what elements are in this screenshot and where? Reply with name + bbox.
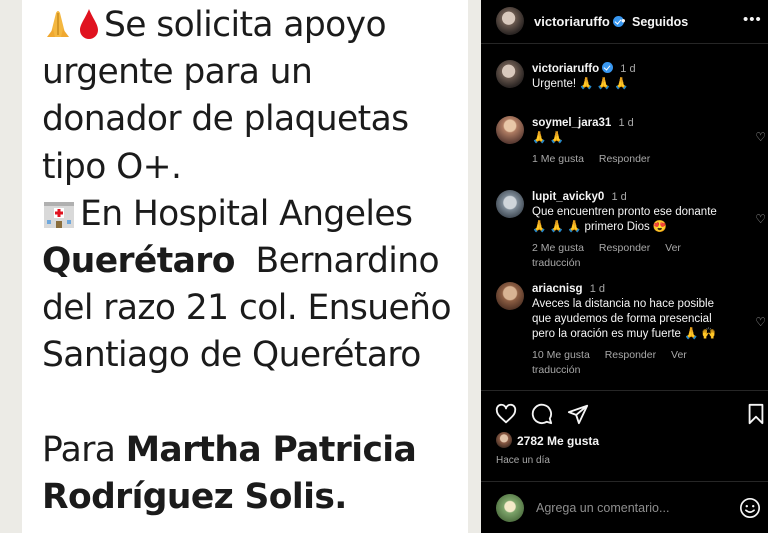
comments-panel: victoriaruffo • Seguidos ••• victoriaruf… (481, 0, 768, 533)
more-options-icon[interactable]: ••• (743, 11, 762, 28)
bookmark-icon[interactable] (745, 403, 767, 425)
post-age[interactable]: Hace un día (496, 455, 550, 466)
comment-text-line: Aveces la distancia no hace posible (532, 298, 714, 310)
comment-item: soymel_jara31 1 d 🙏 🙏 1 Me gusta Respond… (481, 116, 768, 171)
comment-text: 🙏 🙏 (532, 132, 564, 144)
praying-hands-icon (42, 5, 74, 52)
comment-username[interactable]: ariacnisg (532, 283, 583, 295)
separator-dot: • (621, 13, 626, 28)
post-line-10: Rodríguez Solis. (42, 476, 347, 517)
comment-text-line: 🙏 🙏 🙏 primero Dios 😍 (532, 221, 668, 233)
comment-username[interactable]: victoriaruffo (532, 63, 599, 75)
comment-list[interactable]: victoriaruffo 1 d Urgente! 🙏 🙏 🙏 soymel_… (481, 45, 768, 390)
post-image: Se solicita apoyo urgente para un donado… (0, 0, 481, 533)
comment-time[interactable]: 1 d (590, 283, 605, 295)
comment-item: ariacnisg 1 d Aveces la distancia no hac… (481, 282, 768, 376)
blood-drop-icon (78, 5, 100, 52)
post-line-6: Querétaro Bernardino (42, 240, 440, 281)
post-line-2: urgente para un (42, 52, 313, 93)
comment-body: victoriaruffo 1 d Urgente! 🙏 🙏 🙏 (532, 62, 742, 92)
commenter-avatar[interactable] (496, 116, 524, 144)
caption-comment: victoriaruffo 1 d Urgente! 🙏 🙏 🙏 (481, 60, 768, 100)
comment-meta: 1 Me gusta Responder (532, 152, 742, 167)
comment-likes[interactable]: 10 Me gusta (532, 349, 590, 361)
post-blank-line (42, 380, 462, 427)
comment-body: lupit_avicky0 1 d Que encuentren pronto … (532, 190, 742, 271)
like-comment-heart-icon[interactable]: ♡ (755, 212, 766, 226)
post-text: Se solicita apoyo urgente para un donado… (42, 2, 462, 521)
emoji-icon[interactable] (739, 497, 761, 519)
comment-text-line: pero la oración es muy fuerte 🙏 🙌 (532, 328, 716, 340)
post-line-4: tipo O+. (42, 146, 182, 187)
comment-likes[interactable]: 1 Me gusta (532, 153, 584, 165)
commenter-avatar[interactable] (496, 282, 524, 310)
comment-body: soymel_jara31 1 d 🙏 🙏 1 Me gusta Respond… (532, 116, 742, 167)
share-icon[interactable] (567, 403, 589, 425)
following-button[interactable]: Seguidos (632, 15, 688, 29)
comment-meta: 10 Me gusta Responder Ver traducción (532, 348, 742, 378)
post-line-8: Santiago de Querétaro (42, 335, 421, 376)
author-username[interactable]: victoriaruffo (534, 14, 624, 29)
comment-icon[interactable] (531, 403, 553, 425)
post-line-7: del razo 21 col. Ensueño (42, 288, 452, 329)
likes-count[interactable]: 2782 Me gusta (517, 434, 599, 448)
post-line-1: Se solicita apoyo (42, 2, 462, 49)
post-line-9: Para Martha Patricia (42, 429, 417, 470)
comment-text-line: que ayudemos de forma presencial (532, 313, 712, 325)
post-header: victoriaruffo • Seguidos ••• (481, 0, 768, 44)
heart-icon[interactable] (495, 403, 517, 425)
reply-button[interactable]: Responder (599, 242, 650, 254)
comment-username[interactable]: soymel_jara31 (532, 117, 611, 129)
comment-username[interactable]: lupit_avicky0 (532, 191, 604, 203)
like-comment-heart-icon[interactable]: ♡ (755, 130, 766, 144)
reply-button[interactable]: Responder (599, 153, 650, 165)
liker-avatar (496, 432, 512, 448)
commenter-avatar[interactable] (496, 190, 524, 218)
hospital-icon (42, 194, 76, 241)
comment-text: Urgente! 🙏 🙏 🙏 (532, 78, 629, 90)
comment-likes[interactable]: 2 Me gusta (532, 242, 584, 254)
comment-input[interactable] (536, 498, 726, 518)
current-user-avatar (496, 494, 524, 522)
verified-badge-icon (602, 62, 614, 73)
post-line-5: En Hospital Angeles (42, 191, 462, 238)
comment-time[interactable]: 1 d (619, 117, 634, 129)
comment-meta: 2 Me gusta Responder Ver traducción (532, 241, 742, 271)
add-comment-bar (481, 481, 768, 533)
reply-button[interactable]: Responder (605, 349, 656, 361)
comment-body: ariacnisg 1 d Aveces la distancia no hac… (532, 282, 742, 378)
comment-time[interactable]: 1 d (611, 191, 626, 203)
like-comment-heart-icon[interactable]: ♡ (755, 315, 766, 329)
comment-time[interactable]: 1 d (620, 63, 635, 75)
commenter-avatar[interactable] (496, 60, 524, 88)
post-line-3: donador de plaquetas (42, 99, 409, 140)
comment-item: lupit_avicky0 1 d Que encuentren pronto … (481, 190, 768, 269)
author-avatar[interactable] (496, 7, 524, 35)
comment-text-line: Que encuentren pronto ese donante (532, 206, 717, 218)
